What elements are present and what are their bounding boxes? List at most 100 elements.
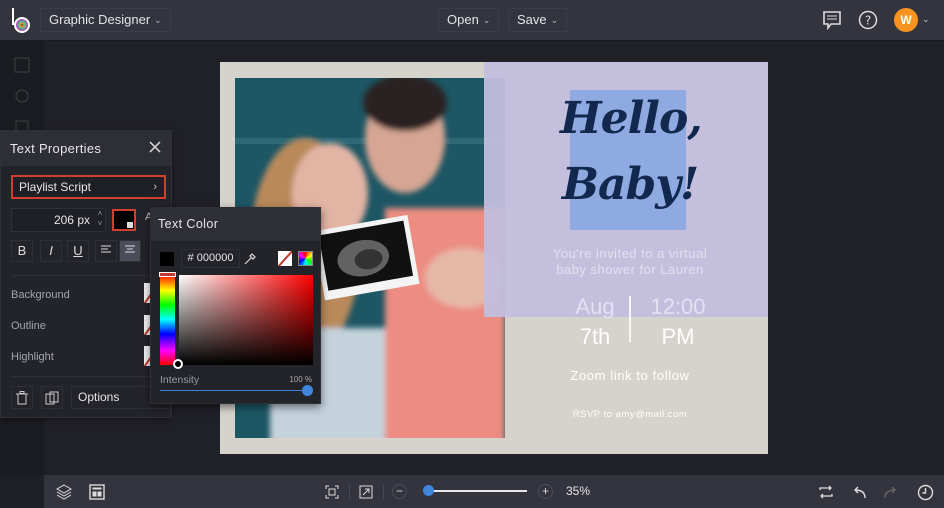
history-button[interactable] [916,483,934,501]
zoom-link-text[interactable]: Zoom link to follow [520,368,740,383]
headline-line-1: Hello, [560,93,703,144]
dropdown-indicator-icon [127,222,133,228]
chevron-down-icon: ⌄ [482,15,491,25]
eyedropper-icon[interactable] [243,252,257,266]
layers-icon [56,484,72,500]
headline-text[interactable]: Hello, Baby! [560,86,703,218]
text-properties-panel: Text Properties Playlist Script › 206 px… [0,130,172,418]
delete-button[interactable] [11,386,33,409]
color-picker-handle[interactable] [173,359,183,369]
align-left-icon [101,245,111,253]
chevron-down-icon[interactable]: ˅ [95,219,105,229]
intensity-value: 100 % [289,375,312,384]
fit-to-screen-button[interactable] [323,483,341,501]
hue-slider-handle[interactable] [159,272,176,277]
redo-button[interactable] [882,483,900,501]
clock-icon [917,484,933,500]
save-menu-button[interactable]: Save ⌄ [508,8,568,32]
hue-slider[interactable] [160,274,175,365]
zoom-out-button[interactable]: − [392,484,407,499]
chevron-right-icon: › [153,181,157,193]
separator [383,484,384,499]
help-button[interactable]: ? [857,9,879,31]
date-month: Aug [575,294,615,319]
swap-icon [819,485,833,499]
duplicate-icon [45,391,59,404]
zoom-percentage: 35% [566,484,591,498]
date-day: 7th [579,324,611,349]
date-text[interactable]: Aug 7th [560,292,630,352]
flip-button[interactable] [817,483,835,501]
workspace-label: Graphic Designer [49,12,151,27]
hex-color-input[interactable]: # 000000 [181,249,240,268]
divider [11,275,163,276]
intensity-slider-thumb[interactable] [302,385,313,396]
font-selector[interactable]: Playlist Script › [11,175,166,199]
help-icon: ? [858,10,878,30]
layout-button[interactable] [88,483,106,501]
hex-prefix: # [187,252,194,264]
open-label: Open [447,12,479,27]
zoom-slider-thumb[interactable] [423,485,435,496]
text-properties-header: Text Properties [1,131,171,166]
svg-text:?: ? [865,14,871,28]
font-size-input[interactable]: 206 px [11,208,106,232]
chevron-down-icon: ⌄ [154,15,162,25]
bold-button[interactable]: B [11,240,33,262]
italic-button[interactable]: I [40,240,62,262]
expand-icon [359,485,373,499]
intensity-slider[interactable] [160,390,308,391]
image-tool-icon[interactable] [14,57,30,73]
font-size-unit: px [77,213,90,227]
save-label: Save [517,12,547,27]
rsvp-text[interactable]: RSVP to amy@mail.com [520,409,740,420]
duplicate-button[interactable] [41,386,63,409]
hex-value: 000000 [196,252,234,264]
no-color-button[interactable] [278,251,292,266]
layout-icon [89,484,105,500]
date-time-divider [629,296,631,342]
align-center-button[interactable] [119,240,141,262]
align-left-button[interactable] [95,240,117,262]
time-text[interactable]: 12:00 PM [638,292,718,352]
text-color-title: Text Color [151,208,320,241]
saturation-value-picker[interactable] [179,275,313,365]
time-value: 12:00 [650,294,706,319]
undo-icon [854,486,866,499]
panel-title: Text Properties [10,141,102,156]
text-color-swatch[interactable] [112,209,136,231]
app-logo[interactable] [10,6,34,34]
color-spectrum-button[interactable] [298,251,313,266]
trash-icon [16,390,28,404]
comment-button[interactable] [821,9,843,31]
underline-button[interactable]: U [67,240,89,262]
layers-button[interactable] [55,483,73,501]
align-center-icon [125,245,135,253]
font-name: Playlist Script [19,180,92,194]
chevron-down-icon: ⌄ [550,15,559,25]
invite-line-1: You're invited to a virtual [552,246,708,261]
undo-button[interactable] [850,483,868,501]
invite-line-2: baby shower for Lauren [556,262,704,277]
open-menu-button[interactable]: Open ⌄ [438,8,500,32]
comment-icon [823,11,841,30]
font-size-stepper[interactable]: ˄ ˅ [95,209,105,231]
outline-label: Outline [11,320,46,332]
workspace-dropdown[interactable]: Graphic Designer ⌄ [40,8,171,32]
zoom-in-button[interactable]: + [538,484,553,499]
background-label: Background [11,289,70,301]
effects-tool-icon[interactable] [14,88,30,104]
font-size-value: 206 [53,213,74,227]
invite-text[interactable]: You're invited to a virtual baby shower … [510,246,750,278]
headline-line-2: Baby! [561,159,699,210]
separator [349,484,350,499]
divider [11,376,163,377]
bottom-toolbar: − + 35% [44,475,944,508]
actual-size-button[interactable] [357,483,375,501]
user-avatar[interactable]: W [894,8,918,32]
zoom-slider[interactable] [424,490,527,492]
chevron-down-icon[interactable]: ⌄ [922,14,930,25]
close-icon[interactable] [148,140,162,154]
chevron-up-icon[interactable]: ˄ [95,209,105,219]
current-color-swatch [160,252,174,266]
